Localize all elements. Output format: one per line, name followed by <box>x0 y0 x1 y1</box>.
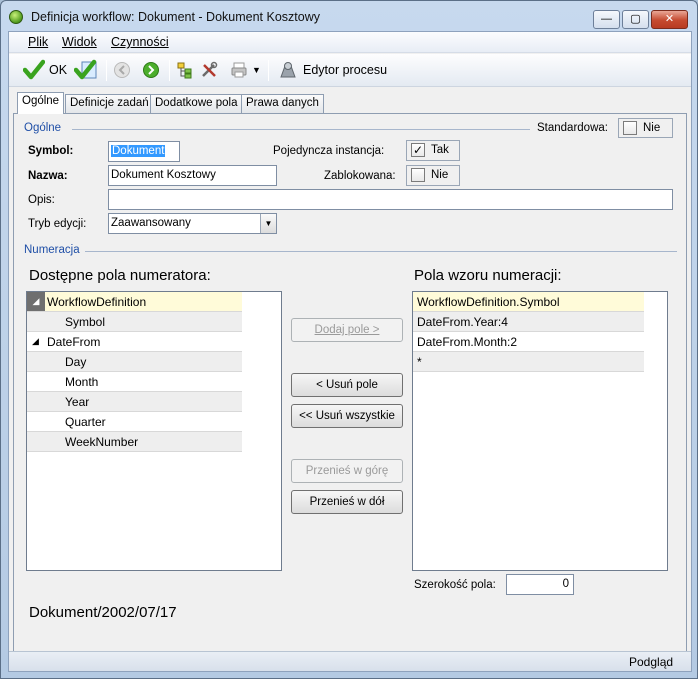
remove-all-button[interactable]: << Usuń wszystkie <box>291 404 403 428</box>
tree-node[interactable]: Year <box>27 392 242 412</box>
name-label: Nazwa: <box>28 170 68 182</box>
standard-checkbox[interactable]: Nie <box>618 118 673 138</box>
tree-node[interactable]: Quarter <box>27 412 242 432</box>
close-button[interactable]: ✕ <box>651 10 688 29</box>
print-dropdown-button[interactable]: ▼ <box>252 59 261 81</box>
available-fields-label: Dostępne pola numeratora: <box>29 267 211 284</box>
expand-triangle-icon: ◢ <box>32 336 39 346</box>
ok-label: OK <box>49 63 68 77</box>
tree-node[interactable]: Day <box>27 352 242 372</box>
status-bar: Podgląd <box>9 651 691 671</box>
new-row[interactable]: * <box>413 352 644 372</box>
standard-value: Nie <box>643 122 661 134</box>
move-up-button[interactable]: Przenieś w górę <box>291 459 403 483</box>
single-instance-label: Pojedyncza instancja: <box>273 145 385 157</box>
add-field-button[interactable]: Dodaj pole > <box>291 318 403 342</box>
window-title: Definicja workflow: Dokument - Dokument … <box>31 10 320 24</box>
remove-field-button[interactable]: < Usuń pole <box>291 373 403 397</box>
chevron-down-icon: ▼ <box>252 65 261 75</box>
standard-check-box <box>623 121 637 135</box>
section-divider <box>85 251 677 252</box>
check-icon: ✓ <box>411 143 425 157</box>
toolbar-separator <box>169 60 170 81</box>
tree-node[interactable]: ◢ WorkflowDefinition <box>27 292 242 312</box>
app-icon <box>9 10 23 24</box>
available-fields-tree[interactable]: ◢ WorkflowDefinition Symbol ◢ DateFrom D… <box>26 291 282 571</box>
menu-file[interactable]: Plik <box>28 35 48 49</box>
edit-mode-select[interactable]: Zaawansowany ▼ <box>108 213 277 234</box>
ok-button[interactable]: OK <box>23 59 67 81</box>
application-window: Definicja workflow: Dokument - Dokument … <box>0 0 698 679</box>
numbering-section-label: Numeracja <box>24 244 80 256</box>
symbol-input[interactable]: Dokument <box>108 141 180 162</box>
window-client-area: Plik Widok Czynności OK ▼ Edytor procesu… <box>8 31 692 672</box>
tree-node-label: DateFrom <box>47 335 101 349</box>
tree-icon <box>177 62 192 79</box>
toolbar: OK ▼ Edytor procesu <box>9 54 691 87</box>
numbering-preview: Dokument/2002/07/17 <box>29 604 177 621</box>
pattern-row[interactable]: WorkflowDefinition.Symbol <box>413 292 644 312</box>
tree-button[interactable] <box>176 59 194 81</box>
toolbar-separator <box>268 60 269 81</box>
locked-check-box <box>411 168 425 182</box>
process-editor-icon <box>280 62 296 78</box>
name-input[interactable]: Dokument Kosztowy <box>108 165 277 186</box>
single-instance-value: Tak <box>431 144 449 156</box>
expand-triangle-icon: ◢ <box>27 292 45 311</box>
back-button[interactable] <box>113 59 131 81</box>
forward-button[interactable] <box>142 59 160 81</box>
description-input[interactable] <box>108 189 673 210</box>
symbol-value: Dokument <box>111 145 166 157</box>
description-label: Opis: <box>28 194 55 206</box>
tab-data-permissions[interactable]: Prawa danych <box>241 94 324 113</box>
tab-additional-fields[interactable]: Dodatkowe pola <box>150 94 243 113</box>
single-instance-checkbox[interactable]: ✓ Tak <box>406 140 460 161</box>
field-width-label: Szerokość pola: <box>414 579 496 591</box>
tab-general[interactable]: Ogólne <box>17 92 65 114</box>
locked-label: Zablokowana: <box>324 170 396 182</box>
tree-node-label: WorkflowDefinition <box>47 295 147 309</box>
pattern-fields-label: Pola wzoru numeracji: <box>414 267 562 284</box>
edit-mode-label: Tryb edycji: <box>28 218 87 230</box>
pattern-row[interactable]: DateFrom.Year:4 <box>413 312 644 332</box>
process-editor-label: Edytor procesu <box>303 63 388 77</box>
ok-close-button[interactable] <box>74 59 98 81</box>
section-divider <box>72 129 530 130</box>
tab-task-definitions[interactable]: Definicje zadań <box>65 94 154 113</box>
field-width-input[interactable]: 0 <box>506 574 574 595</box>
locked-value: Nie <box>431 169 449 181</box>
tree-node[interactable]: Month <box>27 372 242 392</box>
edit-mode-value: Zaawansowany <box>111 217 191 229</box>
general-section-label: Ogólne <box>24 122 62 134</box>
maximize-button[interactable]: ▢ <box>622 10 649 29</box>
printer-icon <box>231 62 247 78</box>
tools-button[interactable] <box>200 59 218 81</box>
general-tab-panel: Ogólne Standardowa: Nie Symbol: Dokument… <box>13 113 687 653</box>
tree-node[interactable]: ◢ DateFrom <box>27 332 242 352</box>
pattern-fields-grid[interactable]: WorkflowDefinition.Symbol DateFrom.Year:… <box>412 291 668 571</box>
chevron-down-icon[interactable]: ▼ <box>260 214 276 233</box>
standard-label: Standardowa: <box>537 122 608 134</box>
menu-bar: Plik Widok Czynności <box>9 32 691 53</box>
preview-status-label: Podgląd <box>629 655 674 669</box>
tree-node[interactable]: WeekNumber <box>27 432 242 452</box>
check-icon <box>23 59 45 80</box>
arrow-left-icon <box>114 62 130 78</box>
title-bar[interactable]: Definicja workflow: Dokument - Dokument … <box>1 1 697 31</box>
toolbar-separator <box>106 60 107 81</box>
minimize-button[interactable]: — <box>593 10 620 29</box>
menu-actions[interactable]: Czynności <box>111 35 169 49</box>
tools-icon <box>202 61 218 77</box>
tree-node[interactable]: Symbol <box>27 312 242 332</box>
move-down-button[interactable]: Przenieś w dół <box>291 490 403 514</box>
pattern-row[interactable]: DateFrom.Month:2 <box>413 332 644 352</box>
arrow-right-icon <box>143 62 159 78</box>
process-editor-button[interactable]: Edytor procesu <box>279 59 387 81</box>
check-window-icon <box>74 59 97 80</box>
locked-checkbox[interactable]: Nie <box>406 165 460 186</box>
symbol-label: Symbol: <box>28 145 74 157</box>
print-button[interactable] <box>230 59 248 81</box>
menu-view[interactable]: Widok <box>62 35 97 49</box>
